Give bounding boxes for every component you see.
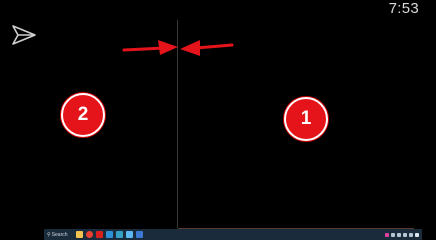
system-tray	[385, 232, 419, 237]
app-teal-icon[interactable]	[116, 231, 123, 238]
file-explorer-icon[interactable]	[76, 231, 83, 238]
arrow-right-pointing-icon	[122, 40, 178, 55]
step-badge-1: 1	[284, 97, 328, 141]
step-badge-2: 2	[61, 93, 105, 137]
tray-icon[interactable]	[391, 232, 395, 237]
arrow-left-pointing-icon	[180, 40, 234, 56]
chrome-icon[interactable]	[86, 231, 93, 238]
notification-icon[interactable]	[415, 232, 419, 237]
send-icon[interactable]	[10, 22, 38, 50]
app-red-icon[interactable]	[96, 231, 103, 238]
search-icon: ⚲	[47, 231, 51, 238]
tray-icon[interactable]	[397, 232, 401, 237]
taskbar-search[interactable]: ⚲ Search	[47, 232, 73, 238]
volume-icon[interactable]	[409, 232, 413, 237]
app-blue-icon[interactable]	[106, 231, 113, 238]
status-clock: 7:53	[388, 0, 419, 17]
app-light-blue-icon[interactable]	[126, 231, 133, 238]
pointer-arrows	[122, 40, 234, 56]
taskbar-search-label: Search	[51, 231, 68, 238]
tray-icon[interactable]	[385, 232, 389, 237]
windows-taskbar: ⚲ Search	[44, 229, 422, 240]
app-blue2-icon[interactable]	[136, 231, 143, 238]
wifi-icon[interactable]	[403, 232, 407, 237]
